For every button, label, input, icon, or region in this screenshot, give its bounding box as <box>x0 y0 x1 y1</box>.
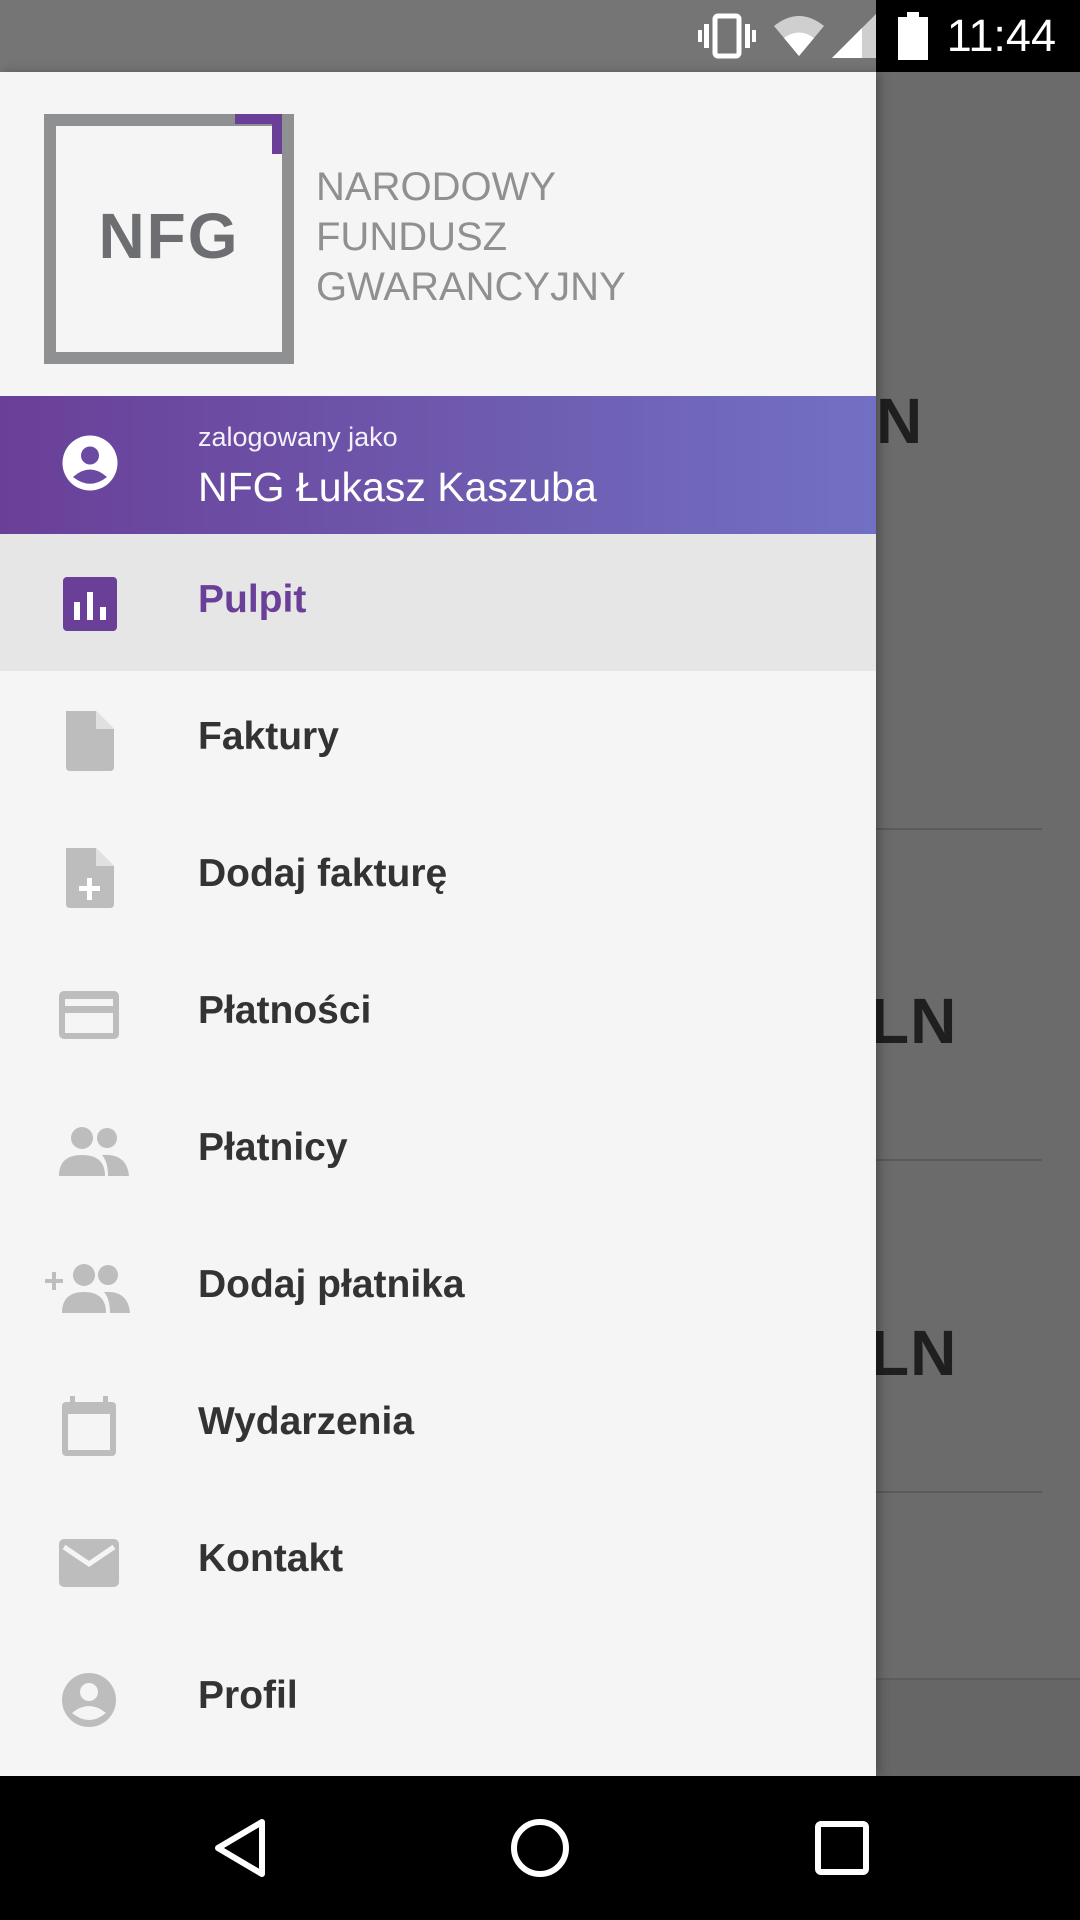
add-people-icon <box>45 1264 130 1313</box>
status-time: 11:44 <box>946 10 1056 61</box>
menu-item-label: Pulpit <box>198 578 307 621</box>
menu-item-platnicy[interactable]: Płatnicy <box>0 1082 876 1219</box>
people-icon <box>59 1127 129 1176</box>
cell-signal-icon <box>832 14 876 58</box>
add-document-icon <box>66 848 114 908</box>
mail-icon <box>59 1539 119 1587</box>
menu-item-label: Dodaj płatnika <box>198 1263 465 1306</box>
background-amount-fragment: LN <box>870 985 958 1057</box>
background-amount-fragment: LN <box>870 1317 958 1389</box>
wifi-icon <box>774 16 824 56</box>
calendar-icon <box>62 1396 116 1456</box>
logo-name-line: GWARANCYJNY <box>316 265 626 309</box>
menu-item-faktury[interactable]: Faktury <box>0 671 876 808</box>
user-banner[interactable]: zalogowany jako NFG Łukasz Kaszuba <box>0 396 876 534</box>
credit-card-icon <box>59 991 119 1039</box>
menu-item-kontakt[interactable]: Kontakt <box>0 1493 876 1630</box>
menu-item-label: Płatności <box>198 989 372 1032</box>
logo-corner-accent <box>235 114 282 161</box>
menu-item-wydarzenia[interactable]: Wydarzenia <box>0 1356 876 1493</box>
logo-name-line: NARODOWY <box>316 165 556 209</box>
menu-item-platnosci[interactable]: Płatności <box>0 945 876 1082</box>
logo-abbreviation: NFG <box>98 200 240 272</box>
document-icon <box>66 711 114 771</box>
background-amount-fragment: N <box>876 385 924 457</box>
navigation-drawer: NFG NARODOWY FUNDUSZ GWARANCYJNY zalogow… <box>0 72 876 1776</box>
battery-icon <box>898 12 928 60</box>
logo-name-line: FUNDUSZ <box>316 215 508 259</box>
drawer-menu: Pulpit Faktury Dodaj fakturę Płatności P… <box>0 534 876 1767</box>
vibrate-icon <box>698 13 756 59</box>
logo-organization-name: NARODOWY FUNDUSZ GWARANCYJNY <box>316 162 736 312</box>
menu-item-pulpit[interactable]: Pulpit <box>0 534 876 671</box>
back-icon[interactable] <box>210 1816 270 1880</box>
menu-item-label: Kontakt <box>198 1537 344 1580</box>
chart-icon <box>63 577 117 631</box>
menu-item-label: Faktury <box>198 715 339 758</box>
user-name: NFG Łukasz Kaszuba <box>198 464 597 510</box>
drawer-header: NFG NARODOWY FUNDUSZ GWARANCYJNY <box>0 72 876 396</box>
logged-in-label: zalogowany jako <box>198 422 398 452</box>
menu-item-dodaj-fakture[interactable]: Dodaj fakturę <box>0 808 876 945</box>
background-divider <box>876 828 1042 830</box>
menu-item-label: Płatnicy <box>198 1126 348 1169</box>
system-navigation-bar <box>0 1776 1080 1920</box>
home-icon[interactable] <box>508 1816 572 1880</box>
background-divider <box>876 1491 1042 1493</box>
recents-icon[interactable] <box>812 1816 872 1880</box>
menu-item-label: Dodaj fakturę <box>198 852 448 895</box>
menu-item-dodaj-platnika[interactable]: Dodaj płatnika <box>0 1219 876 1356</box>
menu-item-label: Wydarzenia <box>198 1400 415 1443</box>
menu-item-profil[interactable]: Profil <box>0 1630 876 1767</box>
background-divider <box>876 1159 1042 1161</box>
account-icon <box>62 435 118 491</box>
account-icon <box>62 1673 116 1727</box>
menu-item-label: Profil <box>198 1674 298 1717</box>
